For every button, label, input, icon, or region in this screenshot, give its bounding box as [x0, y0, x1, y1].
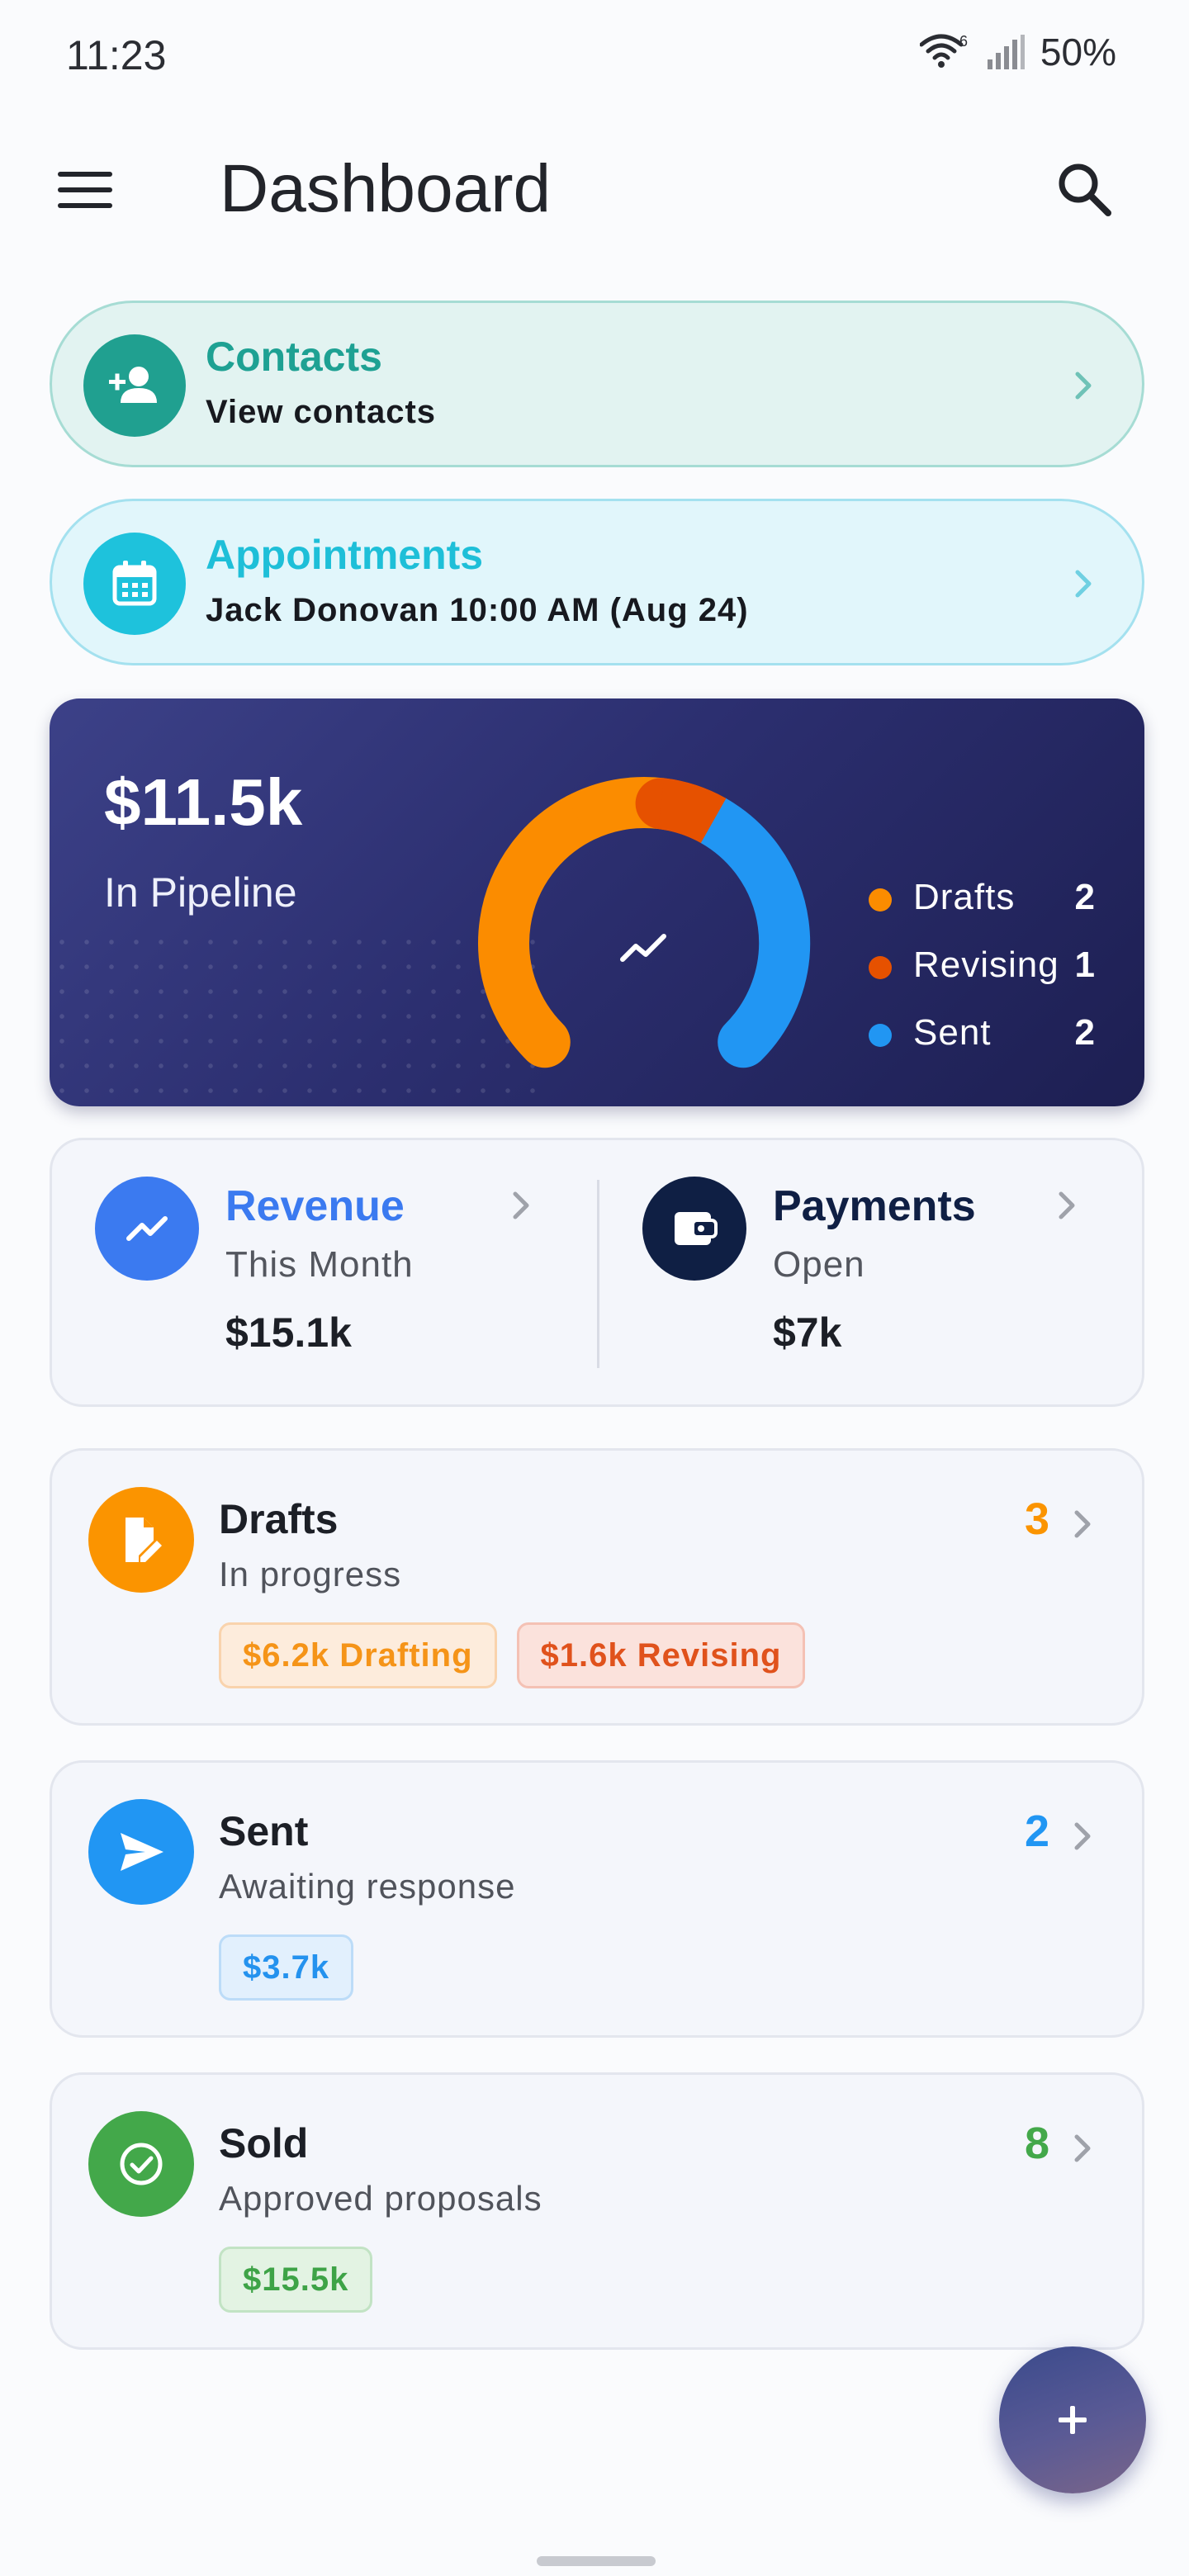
drafts-title: Drafts	[219, 1496, 339, 1542]
appointments-subtitle: Jack Donovan 10:00 AM (Aug 24)	[206, 592, 749, 628]
chevron-right-icon	[1074, 2134, 1091, 2162]
chevron-right-icon	[1075, 570, 1092, 598]
gauge-segment-drafts	[478, 793, 604, 1068]
pipeline-legend: Drafts 2 Revising 1 Sent 2	[817, 864, 1144, 1067]
chip-sent-value: $3.7k	[219, 1934, 354, 2001]
drafts-card[interactable]: Drafts In progress 3 $6.2k Drafting $1.6…	[50, 1448, 1144, 1726]
sent-subtitle: Awaiting response	[219, 1867, 516, 1906]
drafts-subtitle: In progress	[219, 1555, 402, 1593]
status-bar: 11:23 6 50%	[0, 0, 1189, 107]
chevron-right-icon	[1075, 372, 1092, 400]
chip-drafting: $6.2k Drafting	[219, 1622, 497, 1688]
legend-dot	[869, 888, 892, 912]
legend-name: Revising	[913, 945, 1059, 985]
signal-icon	[987, 35, 1025, 69]
chevron-right-icon	[513, 1191, 529, 1219]
sent-chips: $3.7k	[219, 1934, 354, 2001]
chevron-right-icon	[1059, 1191, 1075, 1219]
legend-item-sent: Sent 2	[817, 999, 1144, 1067]
trending-up-icon	[620, 934, 666, 962]
gauge-segment-revising	[657, 778, 727, 844]
menu-button[interactable]	[54, 163, 117, 216]
payments-title: Payments	[773, 1182, 976, 1230]
status-icons: 6 50%	[919, 30, 1116, 74]
payments-value: $7k	[773, 1309, 842, 1356]
gauge-segment-sent	[688, 795, 811, 1068]
pipeline-card[interactable]: $11.5k In Pipeline Drafts 2 Revising 1 S…	[50, 698, 1144, 1106]
edit-document-icon	[88, 1487, 194, 1593]
app-bar: Dashboard	[0, 140, 1189, 239]
check-circle-icon	[88, 2111, 194, 2217]
page-title: Dashboard	[220, 151, 552, 226]
search-icon	[1059, 163, 1111, 216]
legend-item-drafts: Drafts 2	[817, 864, 1144, 931]
wifi-label: 6	[959, 33, 968, 50]
appointments-title: Appointments	[206, 532, 484, 578]
revenue-payments-card: Revenue This Month $15.1k Payments Open …	[50, 1138, 1144, 1407]
calendar-icon	[83, 533, 186, 635]
sold-card[interactable]: Sold Approved proposals 8 $15.5k	[50, 2072, 1144, 2350]
legend-count: 1	[1074, 945, 1095, 985]
revenue-subtitle: This Month	[225, 1244, 414, 1285]
contacts-card[interactable]: Contacts View contacts	[50, 301, 1144, 467]
wifi-icon: 6	[919, 33, 968, 68]
legend-name: Sent	[913, 1012, 992, 1053]
legend-item-revising: Revising 1	[817, 931, 1144, 999]
revenue-tile[interactable]: Revenue This Month $15.1k	[52, 1140, 599, 1409]
pipeline-gauge	[478, 776, 811, 1068]
sent-count: 2	[1024, 1807, 1049, 1856]
add-fab-button[interactable]	[999, 2346, 1146, 2493]
payments-tile[interactable]: Payments Open $7k	[599, 1140, 1147, 1409]
drafts-chips: $6.2k Drafting $1.6k Revising	[219, 1622, 806, 1688]
add-person-icon	[83, 334, 186, 437]
sent-card[interactable]: Sent Awaiting response 2 $3.7k	[50, 1760, 1144, 2038]
chip-sold-value: $15.5k	[219, 2247, 373, 2313]
legend-dot	[869, 1024, 892, 1047]
hamburger-icon	[58, 172, 112, 208]
revenue-title: Revenue	[225, 1182, 405, 1230]
revenue-value: $15.1k	[225, 1309, 352, 1356]
chip-revising: $1.6k Revising	[516, 1622, 806, 1688]
battery-text: 50%	[1040, 31, 1116, 73]
contacts-title: Contacts	[206, 334, 382, 380]
search-button[interactable]	[1052, 157, 1118, 223]
legend-count: 2	[1074, 1012, 1095, 1053]
sold-subtitle: Approved proposals	[219, 2179, 542, 2218]
contacts-subtitle: View contacts	[206, 394, 437, 430]
chevron-right-icon	[1074, 1510, 1091, 1538]
send-icon	[88, 1799, 194, 1905]
legend-name: Drafts	[913, 877, 1016, 917]
revenue-icon	[95, 1177, 199, 1281]
plus-icon	[1059, 2406, 1087, 2434]
sold-count: 8	[1024, 2119, 1049, 2168]
pipeline-label: In Pipeline	[104, 869, 297, 916]
wallet-icon	[642, 1177, 746, 1281]
legend-count: 2	[1074, 877, 1095, 917]
pipeline-amount: $11.5k	[104, 765, 303, 839]
drafts-count: 3	[1024, 1494, 1049, 1544]
legend-dot	[869, 956, 892, 979]
sent-title: Sent	[219, 1808, 309, 1854]
home-indicator[interactable]	[537, 2556, 656, 2566]
sold-title: Sold	[219, 2120, 309, 2166]
sold-chips: $15.5k	[219, 2247, 373, 2313]
status-time: 11:23	[66, 32, 167, 78]
chevron-right-icon	[1074, 1822, 1091, 1850]
appointments-card[interactable]: Appointments Jack Donovan 10:00 AM (Aug …	[50, 499, 1144, 665]
payments-subtitle: Open	[773, 1244, 865, 1285]
